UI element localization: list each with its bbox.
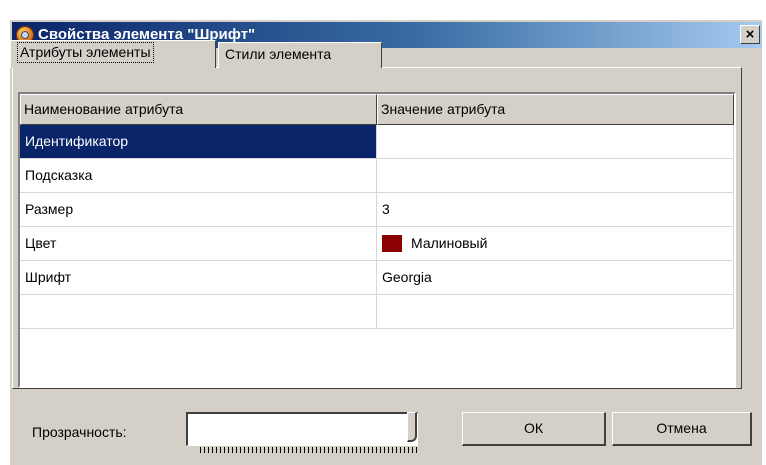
- opacity-label: Прозрачность:: [32, 424, 127, 440]
- opacity-slider-thumb[interactable]: [407, 412, 417, 442]
- tab-element-attributes[interactable]: Атрибуты элементы: [10, 40, 216, 68]
- opacity-slider[interactable]: [186, 412, 418, 446]
- table-row[interactable]: Шрифт Georgia: [20, 261, 734, 295]
- attribute-value-cell[interactable]: [377, 159, 734, 193]
- attribute-value-cell[interactable]: [377, 295, 734, 329]
- attribute-name-cell[interactable]: Подсказка: [20, 159, 377, 193]
- attribute-name-cell[interactable]: Размер: [20, 193, 377, 227]
- attribute-value-cell[interactable]: 3: [377, 193, 734, 227]
- tab-label: Атрибуты элементы: [17, 42, 154, 63]
- attribute-name-cell[interactable]: [20, 295, 377, 329]
- close-icon: ×: [745, 26, 755, 43]
- attribute-value-cell[interactable]: Малиновый: [377, 227, 734, 261]
- cancel-button[interactable]: Отмена: [612, 412, 752, 446]
- close-button[interactable]: ×: [740, 25, 760, 44]
- attribute-value-cell[interactable]: [377, 125, 734, 159]
- attribute-name-cell[interactable]: Цвет: [20, 227, 377, 261]
- column-header-value[interactable]: Значение атрибута: [377, 94, 734, 125]
- column-header-name[interactable]: Наименование атрибута: [20, 94, 377, 125]
- table-row[interactable]: [20, 295, 734, 329]
- column-header-label: Значение атрибута: [381, 101, 506, 117]
- opacity-slider-ticks: [200, 447, 418, 453]
- attribute-name-cell[interactable]: Шрифт: [20, 261, 377, 295]
- ok-button[interactable]: ОК: [462, 412, 606, 446]
- table-row[interactable]: Идентификатор: [20, 125, 734, 159]
- color-value-label: Малиновый: [411, 235, 488, 251]
- attributes-grid[interactable]: Наименование атрибута Значение атрибута …: [18, 92, 736, 388]
- table-row[interactable]: Цвет Малиновый: [20, 227, 734, 261]
- attribute-value-cell[interactable]: Georgia: [377, 261, 734, 295]
- tab-label: Стили элемента: [225, 46, 332, 62]
- column-header-label: Наименование атрибута: [24, 101, 184, 117]
- table-row[interactable]: Размер 3: [20, 193, 734, 227]
- tab-element-styles[interactable]: Стили элемента: [218, 42, 382, 68]
- color-swatch: [382, 234, 402, 252]
- attribute-name-cell[interactable]: Идентификатор: [20, 125, 377, 159]
- table-row[interactable]: Подсказка: [20, 159, 734, 193]
